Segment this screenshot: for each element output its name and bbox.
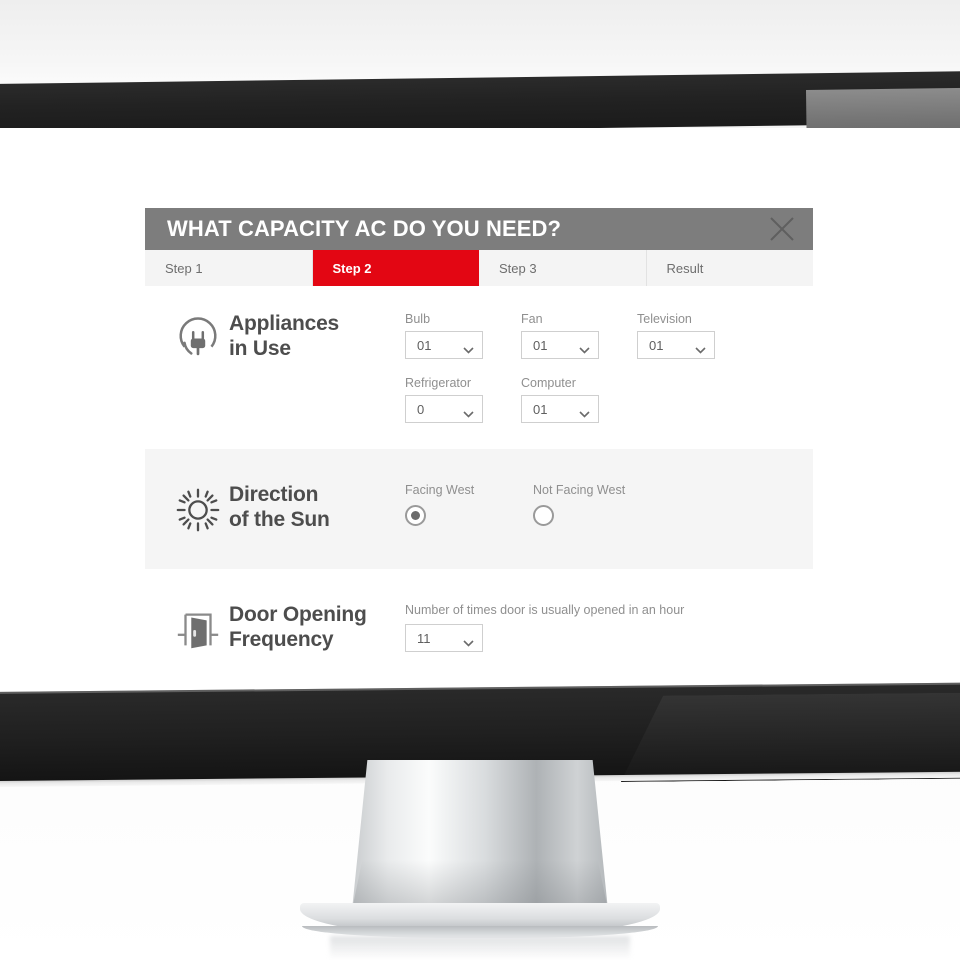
select-fan-value: 01 bbox=[533, 337, 548, 353]
page-title: WHAT CAPACITY AC DO YOU NEED? bbox=[167, 216, 562, 241]
sun-title-line1: Direction bbox=[229, 483, 319, 506]
section-title-sun: Direction of the Sun bbox=[229, 483, 399, 533]
door-field: Number of times door is usually opened i… bbox=[399, 603, 813, 652]
option-facing-west: Facing West bbox=[405, 483, 533, 526]
chevron-down-icon bbox=[463, 406, 474, 418]
select-bulb[interactable]: 01 bbox=[405, 331, 483, 359]
chevron-down-icon bbox=[579, 406, 590, 418]
appliance-field-row-1: Bulb 01 Fan 01 Television 01 bbox=[405, 312, 813, 359]
chevron-down-icon bbox=[463, 635, 474, 647]
tab-step-1[interactable]: Step 1 bbox=[145, 250, 313, 286]
power-plug-icon bbox=[167, 312, 229, 364]
appliances-title-line1: Appliances bbox=[229, 312, 340, 335]
label-computer: Computer bbox=[521, 376, 576, 390]
radio-selected-dot bbox=[411, 511, 420, 520]
field-refrigerator: Refrigerator 0 bbox=[405, 376, 521, 423]
section-title-appliances: Appliances in Use bbox=[229, 312, 399, 362]
select-computer-value: 01 bbox=[533, 401, 548, 417]
door-help-text: Number of times door is usually opened i… bbox=[405, 603, 685, 617]
section-title-door: Door Opening Frequency bbox=[229, 603, 399, 653]
appliances-title-line2: in Use bbox=[229, 336, 291, 360]
sun-icon bbox=[167, 483, 229, 535]
tab-step-3[interactable]: Step 3 bbox=[479, 250, 647, 286]
section-appliances: Appliances in Use Bulb 01 Fan 01 Televis… bbox=[145, 286, 813, 449]
radio-not-facing-west[interactable] bbox=[533, 505, 554, 526]
monitor-screen: WHAT CAPACITY AC DO YOU NEED? Step 1 Ste… bbox=[0, 128, 960, 694]
option-not-facing-west: Not Facing West bbox=[533, 483, 661, 526]
field-television: Television 01 bbox=[637, 312, 753, 359]
section-door-frequency: Door Opening Frequency Number of times d… bbox=[145, 569, 813, 689]
label-television: Television bbox=[637, 312, 692, 326]
select-television[interactable]: 01 bbox=[637, 331, 715, 359]
field-fan: Fan 01 bbox=[521, 312, 637, 359]
radio-facing-west[interactable] bbox=[405, 505, 426, 526]
tab-result[interactable]: Result bbox=[646, 250, 813, 286]
sun-radio-row: Facing West Not Facing West bbox=[405, 483, 813, 526]
monitor-bottom-bezel-segment bbox=[620, 689, 960, 782]
appliance-field-row-2: Refrigerator 0 Computer 01 bbox=[405, 376, 813, 423]
field-computer: Computer 01 bbox=[521, 376, 637, 423]
label-bulb: Bulb bbox=[405, 312, 431, 326]
tab-step-2[interactable]: Step 2 bbox=[312, 250, 479, 286]
close-icon[interactable] bbox=[765, 212, 799, 246]
appliances-fields: Bulb 01 Fan 01 Television 01 Refrigerato… bbox=[399, 312, 813, 423]
door-title-line1: Door Opening bbox=[229, 603, 367, 626]
capacity-calculator-modal: WHAT CAPACITY AC DO YOU NEED? Step 1 Ste… bbox=[145, 208, 813, 694]
sun-title-line2: of the Sun bbox=[229, 507, 330, 531]
chevron-down-icon bbox=[695, 342, 706, 354]
label-not-facing-west: Not Facing West bbox=[533, 483, 626, 497]
label-refrigerator: Refrigerator bbox=[405, 376, 471, 390]
select-television-value: 01 bbox=[649, 337, 664, 353]
open-door-icon bbox=[167, 603, 229, 655]
scene-background: WHAT CAPACITY AC DO YOU NEED? Step 1 Ste… bbox=[0, 0, 960, 960]
modal-header: WHAT CAPACITY AC DO YOU NEED? bbox=[145, 208, 813, 250]
label-fan: Fan bbox=[521, 312, 543, 326]
select-door-frequency-value: 11 bbox=[417, 630, 431, 646]
select-refrigerator[interactable]: 0 bbox=[405, 395, 483, 423]
section-sun-direction: Direction of the Sun Facing West Not Fac… bbox=[145, 449, 813, 569]
label-facing-west: Facing West bbox=[405, 483, 475, 497]
chevron-down-icon bbox=[579, 342, 590, 354]
monitor: WHAT CAPACITY AC DO YOU NEED? Step 1 Ste… bbox=[0, 66, 960, 787]
door-title-line2: Frequency bbox=[229, 627, 334, 651]
select-bulb-value: 01 bbox=[417, 337, 432, 353]
sun-options: Facing West Not Facing West bbox=[399, 483, 813, 526]
field-bulb: Bulb 01 bbox=[405, 312, 521, 359]
select-door-frequency[interactable]: 11 bbox=[405, 624, 483, 652]
select-computer[interactable]: 01 bbox=[521, 395, 599, 423]
monitor-stand-reflection bbox=[330, 936, 630, 960]
select-refrigerator-value: 0 bbox=[417, 401, 425, 417]
select-fan[interactable]: 01 bbox=[521, 331, 599, 359]
chevron-down-icon bbox=[463, 342, 474, 354]
step-tabs: Step 1 Step 2 Step 3 Result bbox=[145, 250, 813, 286]
